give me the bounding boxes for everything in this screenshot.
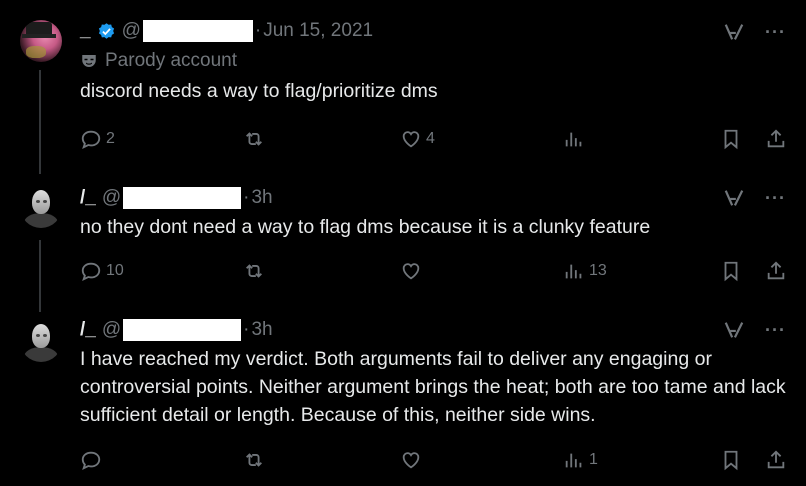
- like-icon: [402, 263, 420, 280]
- retweet-button[interactable]: [243, 128, 269, 150]
- thread-line: [39, 240, 41, 312]
- views-count: 13: [589, 262, 607, 279]
- thread-line: [39, 70, 41, 174]
- parody-mask-icon: [82, 55, 96, 67]
- like-button[interactable]: 4: [400, 128, 435, 150]
- reply-icon: [81, 262, 101, 282]
- like-button[interactable]: [400, 260, 426, 282]
- grok-icon[interactable]: [723, 319, 745, 341]
- retweet-icon: [246, 132, 262, 146]
- bookmark-button[interactable]: [720, 260, 742, 282]
- bookmark-button[interactable]: [720, 128, 742, 150]
- redaction-box: [142, 20, 253, 42]
- share-button[interactable]: [765, 260, 787, 282]
- grok-icon[interactable]: [723, 187, 745, 209]
- verified-badge-icon: [98, 22, 114, 39]
- redaction-box: [123, 319, 242, 341]
- like-button[interactable]: [400, 449, 426, 471]
- handle[interactable]: @: [122, 20, 141, 42]
- separator: ·: [243, 187, 250, 208]
- display-name[interactable]: _: [80, 20, 91, 42]
- display-name[interactable]: /_: [80, 319, 96, 341]
- bookmark-icon: [724, 261, 738, 282]
- retweet-icon: [246, 264, 262, 278]
- display-name[interactable]: /_: [80, 187, 96, 209]
- share-icon: [767, 450, 785, 469]
- reply-icon: [81, 130, 101, 150]
- handle[interactable]: @: [102, 187, 121, 209]
- separator: ·: [243, 319, 250, 340]
- views-button[interactable]: 1: [563, 449, 598, 471]
- share-button[interactable]: [765, 449, 787, 471]
- more-options-button[interactable]: ···: [765, 188, 786, 209]
- tweet-text: discord needs a way to flag/prioritize d…: [80, 80, 438, 102]
- more-options-button[interactable]: ···: [765, 22, 786, 43]
- handle[interactable]: @: [102, 319, 121, 341]
- reply-icon: [81, 451, 101, 471]
- retweet-button[interactable]: [243, 260, 269, 282]
- reply-button[interactable]: [80, 449, 106, 471]
- views-button[interactable]: [563, 128, 589, 150]
- avatar[interactable]: [20, 186, 62, 228]
- avatar[interactable]: [20, 320, 62, 362]
- tweet-text: no they dont need a way to flag dms beca…: [80, 216, 651, 238]
- bookmark-icon: [724, 129, 738, 150]
- reply-button[interactable]: 2: [80, 128, 115, 150]
- like-icon: [402, 452, 420, 469]
- bookmark-icon: [724, 450, 738, 471]
- tweet-text: I have reached my verdict. Both argument…: [80, 348, 786, 426]
- timestamp[interactable]: Jun 15, 2021: [263, 20, 373, 42]
- retweet-button[interactable]: [243, 449, 269, 471]
- redaction-box: [123, 187, 242, 209]
- like-count: 4: [426, 130, 435, 147]
- reply-button[interactable]: 10: [80, 260, 124, 282]
- grok-icon[interactable]: [723, 21, 745, 43]
- parody-label-text: Parody account: [105, 50, 238, 71]
- share-icon: [767, 129, 785, 148]
- reply-count: 2: [106, 130, 115, 147]
- views-icon: [565, 453, 582, 468]
- share-button[interactable]: [765, 128, 787, 150]
- avatar[interactable]: [20, 20, 62, 62]
- like-icon: [402, 131, 420, 148]
- reply-count: 10: [106, 262, 124, 279]
- views-count: 1: [589, 451, 598, 468]
- more-options-button[interactable]: ···: [765, 320, 786, 341]
- views-icon: [565, 264, 582, 279]
- share-icon: [767, 261, 785, 280]
- timestamp[interactable]: 3h: [251, 187, 272, 209]
- timestamp[interactable]: 3h: [251, 319, 272, 341]
- views-button[interactable]: 13: [563, 260, 607, 282]
- retweet-icon: [246, 453, 262, 467]
- bookmark-button[interactable]: [720, 449, 742, 471]
- views-icon: [565, 132, 582, 147]
- parody-label: Parody account: [80, 49, 786, 73]
- separator: ·: [254, 20, 262, 41]
